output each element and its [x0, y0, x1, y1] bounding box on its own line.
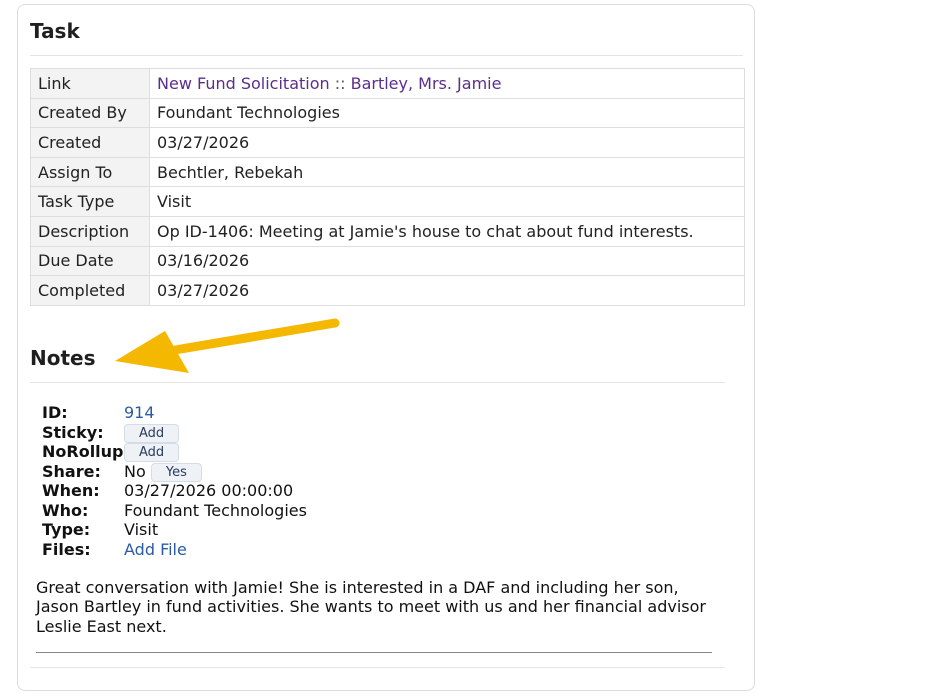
- link-separator: ::: [329, 73, 351, 93]
- divider: [30, 667, 725, 668]
- norollup-add-button[interactable]: Add: [124, 443, 180, 462]
- task-type-value: Visit: [149, 186, 745, 217]
- table-row: Link New Fund Solicitation :: Bartley, M…: [30, 68, 745, 99]
- assign-to-value: Bechtler, Rebekah: [149, 156, 745, 188]
- files-label: Files:: [42, 539, 91, 559]
- note-body-text: Great conversation with Jamie! She is in…: [36, 578, 706, 636]
- completed-label: Completed: [30, 275, 150, 306]
- completed-value: 03/27/2026: [149, 275, 745, 306]
- type-label: Type:: [42, 520, 91, 539]
- table-row: Task Type Visit: [30, 186, 745, 217]
- person-link[interactable]: Bartley, Mrs. Jamie: [351, 74, 502, 93]
- note-id-label: ID:: [42, 403, 68, 422]
- table-row: Assign To Bechtler, Rebekah: [30, 156, 745, 188]
- sticky-label: Sticky:: [42, 422, 104, 442]
- task-type-label: Task Type: [30, 186, 150, 217]
- created-by-value: Foundant Technologies: [149, 97, 745, 129]
- who-label: Who:: [42, 500, 89, 520]
- share-value: No: [124, 461, 146, 481]
- sticky-value: Add: [124, 423, 180, 443]
- add-file-link[interactable]: Add File: [124, 540, 187, 560]
- arrow-icon: [115, 318, 340, 373]
- description-label: Description: [30, 215, 150, 247]
- share-yes-button[interactable]: Yes: [150, 462, 202, 482]
- fund-link[interactable]: New Fund Solicitation: [157, 74, 330, 93]
- when-label: When:: [42, 481, 100, 500]
- task-details-table: Link New Fund Solicitation :: Bartley, M…: [30, 68, 745, 306]
- norollup-value: Add: [124, 442, 180, 462]
- created-by-label: Created By: [30, 97, 150, 129]
- task-heading: Task: [30, 19, 80, 43]
- note-id-link[interactable]: 914: [124, 403, 155, 423]
- when-value: 03/27/2026 00:00:00: [124, 481, 294, 500]
- notes-heading: Notes: [30, 346, 96, 370]
- link-label: Link: [30, 68, 150, 99]
- type-value: Visit: [124, 520, 159, 539]
- norollup-label: NoRollup:: [42, 442, 130, 461]
- table-row: Due Date 03/16/2026: [30, 245, 745, 277]
- created-label: Created: [30, 127, 150, 158]
- note-divider: [36, 652, 712, 653]
- divider: [30, 55, 743, 56]
- assign-to-label: Assign To: [30, 156, 150, 188]
- created-value: 03/27/2026: [149, 127, 745, 158]
- link-value: New Fund Solicitation :: Bartley, Mrs. J…: [149, 68, 745, 99]
- table-row: Completed 03/27/2026: [30, 275, 745, 306]
- due-date-value: 03/16/2026: [149, 245, 745, 277]
- table-row: Created By Foundant Technologies: [30, 97, 745, 129]
- table-row: Description Op ID-1406: Meeting at Jamie…: [30, 215, 745, 247]
- share-label: Share:: [42, 461, 101, 481]
- description-value: Op ID-1406: Meeting at Jamie's house to …: [149, 215, 745, 247]
- who-value: Foundant Technologies: [124, 500, 307, 520]
- due-date-label: Due Date: [30, 245, 150, 277]
- table-row: Created 03/27/2026: [30, 127, 745, 158]
- share-value-container: No Yes: [124, 462, 202, 482]
- task-card: Task Link New Fund Solicitation :: Bartl…: [17, 4, 755, 691]
- sticky-add-button[interactable]: Add: [124, 423, 180, 443]
